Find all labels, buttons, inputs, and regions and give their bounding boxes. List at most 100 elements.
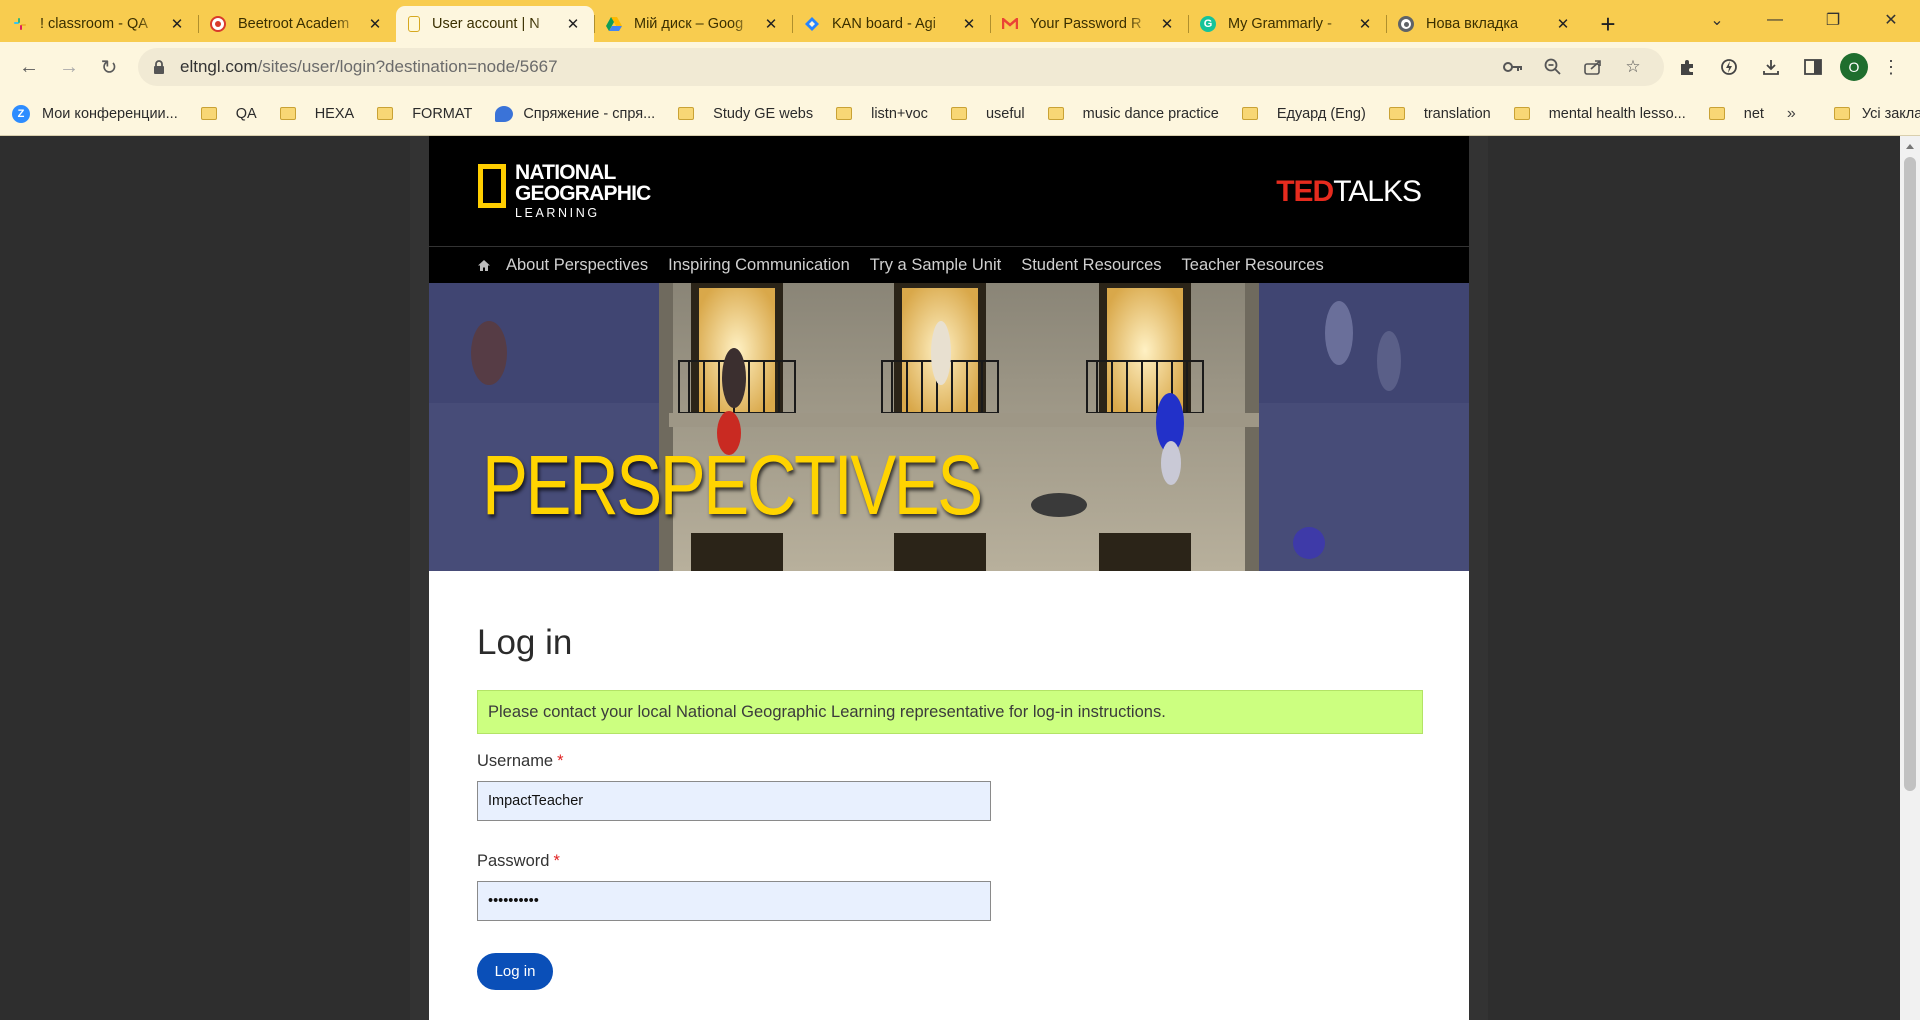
nav-inspiring-communication[interactable]: Inspiring Communication xyxy=(668,256,850,275)
bookmark-item[interactable]: Z Мои конференции... xyxy=(12,104,178,123)
tab-search-icon[interactable]: ⌄ xyxy=(1688,0,1746,40)
close-icon[interactable]: ✕ xyxy=(1158,15,1176,33)
hero-banner: PERSPECTIVES xyxy=(429,283,1469,571)
jira-icon xyxy=(804,16,820,32)
url-path: /sites/user/login?destination=node/5667 xyxy=(257,57,558,76)
slack-icon xyxy=(12,16,28,32)
close-icon[interactable]: ✕ xyxy=(762,15,780,33)
lock-icon[interactable] xyxy=(152,59,166,75)
folder-icon xyxy=(950,107,967,120)
key-icon[interactable] xyxy=(1496,50,1530,84)
bookmark-folder[interactable]: mental health lesso... xyxy=(1513,106,1686,122)
national-geographic-learning-logo[interactable]: NATIONAL GEOGRAPHIC LEARNING xyxy=(478,162,651,221)
all-bookmarks-folder[interactable]: Усі закладки xyxy=(1833,106,1920,122)
bookmark-label: FORMAT xyxy=(412,105,473,122)
password-label-text: Password xyxy=(477,852,550,870)
nav-teacher-resources[interactable]: Teacher Resources xyxy=(1182,256,1324,275)
forward-icon[interactable]: → xyxy=(50,48,88,86)
close-icon[interactable]: ✕ xyxy=(168,15,186,33)
folder-icon xyxy=(1513,107,1530,120)
page-scrollbar[interactable] xyxy=(1900,136,1920,1020)
bookmark-folder[interactable]: translation xyxy=(1388,105,1491,122)
browser-tab[interactable]: Нова вкладка ✕ xyxy=(1386,6,1584,42)
browser-tab[interactable]: Your Password R ✕ xyxy=(990,6,1188,42)
bookmark-folder[interactable]: net xyxy=(1708,106,1764,122)
yellow-frame-icon xyxy=(478,164,506,208)
ted-talks-logo[interactable]: TEDTALKS xyxy=(1276,175,1422,208)
bookmark-star-icon[interactable]: ☆ xyxy=(1616,50,1650,84)
bookmark-label: Едуард (Eng) xyxy=(1276,105,1366,122)
home-icon[interactable] xyxy=(477,257,493,273)
bookmark-folder[interactable]: Едуард (Eng) xyxy=(1241,105,1366,122)
reload-icon[interactable]: ↻ xyxy=(90,48,128,86)
page-title: Log in xyxy=(477,623,573,662)
bookmarks-overflow-button[interactable]: » xyxy=(1787,105,1796,123)
folder-icon xyxy=(200,107,217,120)
side-panel-icon[interactable] xyxy=(1794,48,1832,86)
close-icon[interactable]: ✕ xyxy=(1356,15,1374,33)
close-window-icon[interactable]: ✕ xyxy=(1862,0,1920,40)
bookmark-folder[interactable]: music dance practice xyxy=(1047,105,1219,122)
zoom-icon[interactable] xyxy=(1536,50,1570,84)
bookmark-item[interactable]: Спряжение - спря... xyxy=(495,105,655,122)
folder-icon xyxy=(1708,107,1725,120)
tab-title: ! classroom - QA xyxy=(40,16,148,32)
profile-avatar[interactable]: O xyxy=(1840,53,1868,81)
url-host: eltngl.com xyxy=(180,57,258,76)
bookmark-label: Study GE webs xyxy=(713,105,814,122)
extensions-icon[interactable] xyxy=(1668,48,1706,86)
close-icon[interactable]: ✕ xyxy=(564,15,582,33)
url-text[interactable]: eltngl.com/sites/user/login?destination=… xyxy=(180,57,1490,77)
nav-try-sample-unit[interactable]: Try a Sample Unit xyxy=(870,256,1001,275)
ted-logo-white: TALKS xyxy=(1333,175,1422,208)
close-icon[interactable]: ✕ xyxy=(366,15,384,33)
browser-tab[interactable]: ! classroom - QA ✕ xyxy=(0,6,198,42)
log-in-button[interactable]: Log in xyxy=(477,953,553,990)
browser-tab[interactable]: KAN board - Agi ✕ xyxy=(792,6,990,42)
back-icon[interactable]: ← xyxy=(10,48,48,86)
close-icon[interactable]: ✕ xyxy=(1554,15,1572,33)
logo-text: NATIONAL GEOGRAPHIC LEARNING xyxy=(515,162,651,221)
browser-tab[interactable]: Beetroot Academ ✕ xyxy=(198,6,396,42)
browser-tab-active[interactable]: User account | N ✕ xyxy=(396,6,594,42)
bookmark-folder[interactable]: QA xyxy=(200,106,257,122)
page-icon xyxy=(408,16,420,32)
address-bar[interactable]: eltngl.com/sites/user/login?destination=… xyxy=(138,48,1664,86)
scroll-up-icon[interactable] xyxy=(1906,144,1914,149)
bookmark-folder[interactable]: useful xyxy=(950,106,1025,122)
hero-title: PERSPECTIVES xyxy=(482,438,983,532)
bookmark-label: listn+voc xyxy=(871,105,928,122)
zoom-logo-icon: Z xyxy=(12,104,30,123)
username-field[interactable] xyxy=(477,781,991,821)
tab-title: Нова вкладка xyxy=(1426,16,1519,32)
bookmark-folder[interactable]: Study GE webs xyxy=(678,106,813,122)
nav-student-resources[interactable]: Student Resources xyxy=(1021,256,1161,275)
bookmark-folder[interactable]: listn+voc xyxy=(836,106,928,122)
tab-title: KAN board - Agi xyxy=(832,16,936,32)
share-icon[interactable] xyxy=(1576,50,1610,84)
ted-logo-red: TED xyxy=(1276,175,1334,208)
tab-title: Your Password R xyxy=(1030,16,1142,32)
nav-about-perspectives[interactable]: About Perspectives xyxy=(506,256,648,275)
page-viewport: NATIONAL GEOGRAPHIC LEARNING TEDTALKS Ab… xyxy=(0,136,1900,1020)
close-icon[interactable]: ✕ xyxy=(960,15,978,33)
bookmark-folder[interactable]: HEXA xyxy=(279,106,354,122)
folder-icon xyxy=(836,107,853,120)
restore-icon[interactable]: ❐ xyxy=(1804,0,1862,40)
minimize-icon[interactable]: — xyxy=(1746,0,1804,40)
menu-icon[interactable]: ⋮ xyxy=(1872,48,1910,86)
browser-tab-strip: ! classroom - QA ✕ Beetroot Academ ✕ Use… xyxy=(0,0,1920,42)
bookmark-label: translation xyxy=(1423,105,1491,122)
site-header: NATIONAL GEOGRAPHIC LEARNING TEDTALKS xyxy=(429,136,1469,246)
browser-tab[interactable]: G My Grammarly - ✕ xyxy=(1188,6,1386,42)
gmail-icon xyxy=(1002,16,1018,32)
password-field[interactable] xyxy=(477,881,991,921)
browser-tab[interactable]: Мій диск – Goog ✕ xyxy=(594,6,792,42)
bookmark-folder[interactable]: FORMAT xyxy=(377,106,472,122)
performance-icon[interactable] xyxy=(1710,48,1748,86)
new-tab-button[interactable]: + xyxy=(1590,6,1626,42)
password-label: Password * xyxy=(477,852,1423,871)
download-icon[interactable] xyxy=(1752,48,1790,86)
bookmark-label: music dance practice xyxy=(1082,105,1219,122)
scrollbar-thumb[interactable] xyxy=(1904,157,1916,791)
